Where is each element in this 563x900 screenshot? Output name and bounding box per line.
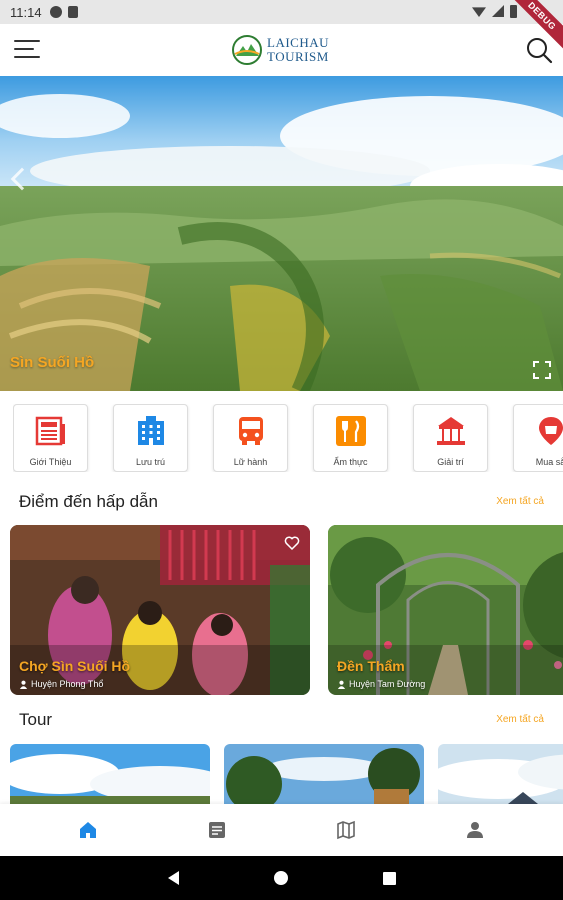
category-label: Giải trí — [437, 457, 464, 467]
notification-icon — [49, 6, 62, 18]
home-icon — [80, 822, 97, 838]
wifi-icon — [472, 7, 486, 17]
destination-location-text: Huyện Phong Thổ — [31, 679, 104, 689]
menu-icon[interactable] — [14, 38, 40, 60]
tour-image — [224, 744, 424, 804]
destination-name: Chợ Sìn Suối Hồ — [19, 658, 131, 674]
search-icon[interactable] — [525, 36, 553, 64]
tour-card[interactable] — [438, 744, 563, 804]
category-label: Mua sắ — [535, 457, 563, 467]
destinations-see-all-link[interactable]: Xem tất cả — [496, 496, 544, 507]
status-time: 11:14 — [10, 4, 42, 20]
tours-see-all-link[interactable]: Xem tất cả — [496, 714, 544, 725]
profile-icon — [466, 822, 483, 838]
category-label: Lữ hành — [233, 457, 268, 467]
back-icon[interactable] — [167, 871, 179, 885]
bus-icon — [238, 417, 263, 445]
person-icon — [19, 680, 28, 689]
logo-text-line2: TOURISM — [267, 49, 329, 64]
category-giai-tri[interactable]: Giải trí — [413, 404, 488, 472]
category-gioi-thieu[interactable]: Giới Thiệu — [13, 404, 88, 472]
category-mua-sam[interactable]: Mua sắ — [513, 404, 563, 472]
map-icon — [337, 820, 355, 840]
category-label: Lưu trú — [135, 457, 166, 467]
home-circle-icon[interactable] — [273, 871, 288, 885]
hotel-icon — [137, 416, 164, 445]
bottom-navigation — [0, 804, 563, 856]
hero-banner[interactable]: Sìn Suối Hồ — [0, 76, 563, 391]
destination-name: Đền Thẩm — [337, 658, 405, 674]
tour-card[interactable] — [224, 744, 424, 804]
destination-location-text: Huyện Tam Đường — [349, 679, 426, 689]
category-am-thuc[interactable]: Ẩm thực — [313, 404, 388, 472]
category-label: Giới Thiệu — [29, 457, 72, 467]
status-bar: 11:14 — [0, 0, 563, 24]
hero-caption: Sìn Suối Hồ — [10, 354, 95, 371]
heart-icon[interactable] — [284, 535, 300, 551]
tours-title: Tour — [19, 710, 53, 729]
app-logo: LAICHAU TOURISM — [231, 34, 329, 66]
recents-icon[interactable] — [382, 871, 396, 885]
category-luu-tru[interactable]: Lưu trú — [113, 404, 188, 472]
nav-profile[interactable] — [455, 810, 495, 850]
app-bar: LAICHAU TOURISM — [0, 24, 563, 76]
nav-map[interactable] — [326, 810, 366, 850]
destination-location: Huyện Tam Đường — [337, 679, 425, 689]
category-label: Ẩm thực — [333, 457, 368, 467]
logo-text-line1: LAICHAU — [267, 35, 329, 50]
shopping-icon — [538, 417, 563, 445]
battery-icon — [510, 5, 517, 18]
hero-image — [0, 76, 563, 391]
system-navigation — [0, 856, 563, 900]
sd-card-icon — [67, 6, 78, 18]
destination-location: Huyện Phong Thổ — [19, 679, 103, 689]
fullscreen-icon[interactable] — [533, 361, 551, 379]
category-lu-hanh[interactable]: Lữ hành — [213, 404, 288, 472]
tour-card[interactable] — [10, 744, 210, 804]
news-icon — [209, 822, 226, 838]
tour-image — [10, 744, 210, 804]
restaurant-icon — [335, 416, 366, 446]
logo-mark-icon — [232, 35, 262, 65]
signal-icon — [492, 5, 504, 17]
destinations-title: Điểm đến hấp dẫn — [19, 492, 158, 511]
app-screen: 11:14 DEBUG LAICHAU TOURISM Sìn Suối Hồ … — [0, 0, 563, 900]
newspaper-icon — [35, 416, 65, 446]
destination-card[interactable]: Đền Thẩm Huyện Tam Đường — [328, 525, 563, 695]
destination-card[interactable]: Chợ Sìn Suối Hồ Huyện Phong Thổ — [10, 525, 310, 695]
category-row: Giới Thiệu Lưu trú Lữ hành Ẩm thực Giải … — [13, 404, 563, 472]
carousel-icon — [436, 417, 465, 445]
status-icons — [472, 5, 517, 18]
nav-news[interactable] — [197, 810, 237, 850]
nav-home[interactable] — [68, 810, 108, 850]
person-icon — [337, 680, 346, 689]
tour-image — [438, 744, 563, 804]
